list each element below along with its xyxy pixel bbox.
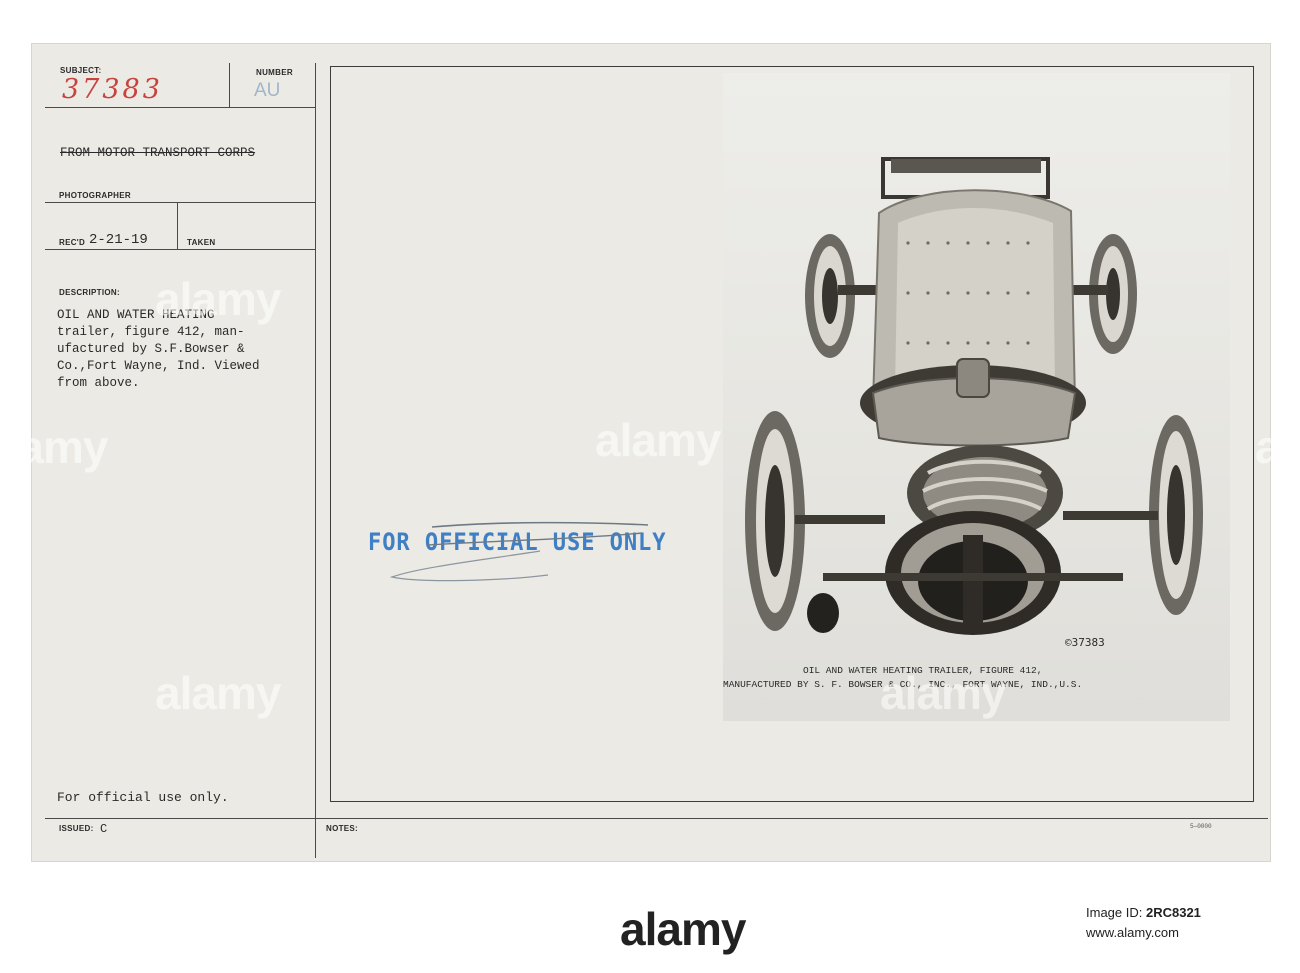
watermark-text: alamy xyxy=(0,421,108,473)
form-line xyxy=(45,202,315,203)
taken-label: TAKEN xyxy=(187,238,216,247)
subject-number: 37383 xyxy=(62,74,163,105)
form-line xyxy=(45,818,1268,819)
form-line xyxy=(177,203,178,249)
photographer-label: PHOTOGRAPHER xyxy=(59,191,131,200)
description-line: from above. xyxy=(57,376,140,390)
received-date: 2-21-19 xyxy=(89,232,148,248)
form-line xyxy=(45,107,315,108)
number-value: AU xyxy=(254,80,281,101)
watermark-text: alamy xyxy=(595,414,721,466)
watermark-image-id: Image ID: 2RC8321 xyxy=(1086,905,1201,920)
description-line: ufactured by S.F.Bowser & xyxy=(57,342,245,356)
watermark-text: alamy xyxy=(1255,421,1300,473)
issued-label: ISSUED: xyxy=(59,824,94,833)
official-use-note: For official use only. xyxy=(57,790,229,805)
description-line: Co.,Fort Wayne, Ind. Viewed xyxy=(57,359,260,373)
trailer-image xyxy=(745,157,1203,635)
form-line xyxy=(315,63,316,858)
watermark-text: alamy xyxy=(880,667,1006,719)
source-from: FROM MOTOR TRANSPORT CORPS xyxy=(60,146,256,160)
image-id-label: Image ID: xyxy=(1086,905,1143,920)
issued-value: C xyxy=(100,822,108,836)
watermark-text: alamy xyxy=(155,667,281,719)
form-line xyxy=(229,63,230,107)
description-label: DESCRIPTION: xyxy=(59,288,120,297)
form-line xyxy=(45,249,315,250)
watermark-text: alamy xyxy=(155,273,281,325)
watermark-site: www.alamy.com xyxy=(1086,925,1179,940)
alamy-logo-mark xyxy=(633,905,673,917)
received-label: REC'D xyxy=(59,238,86,247)
negative-number: ©37383 xyxy=(1065,636,1105,649)
image-id-value: 2RC8321 xyxy=(1145,905,1201,920)
number-label: NUMBER xyxy=(256,68,293,77)
stamp-strike-scribble xyxy=(389,521,649,582)
vehicle-photograph: ©37383 OIL AND WATER HEATING TRAILER, FI… xyxy=(723,73,1230,721)
form-code: 5—0000 xyxy=(1190,823,1212,830)
description-line: trailer, figure 412, man- xyxy=(57,325,245,339)
notes-label: NOTES: xyxy=(326,824,359,833)
